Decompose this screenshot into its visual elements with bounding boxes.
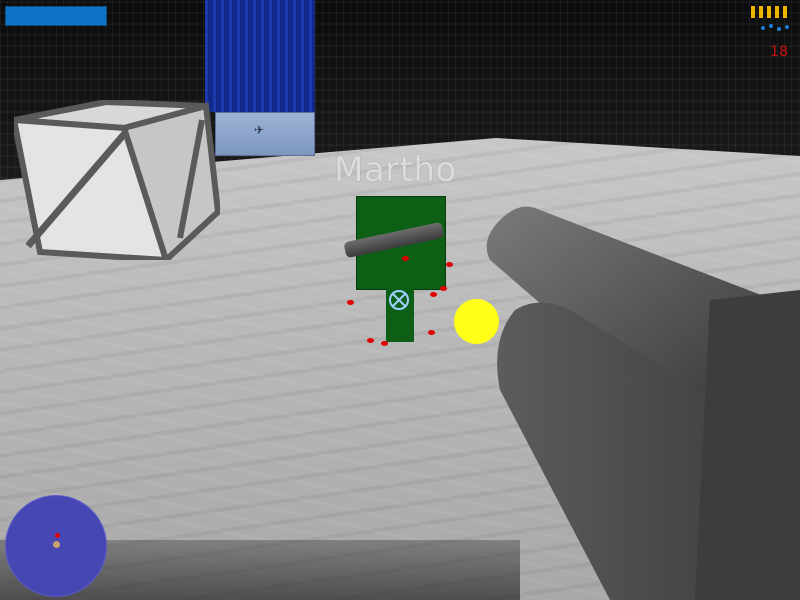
- enemy-nameplate: Martho: [334, 150, 457, 190]
- ammo-indicator: [751, 6, 789, 31]
- radar-player-marker: [53, 541, 60, 548]
- blood-splatter: [430, 292, 437, 297]
- health-bar: [5, 6, 107, 26]
- enemy-player[interactable]: [340, 192, 460, 347]
- tower-symbol-icon: ✈: [254, 123, 265, 137]
- blood-splatter: [381, 341, 388, 346]
- wooden-crate: [14, 100, 220, 260]
- blood-splatter: [446, 262, 453, 267]
- blood-splatter: [428, 330, 435, 335]
- tower-glass: [205, 0, 315, 112]
- tower-base: ✈: [215, 112, 315, 156]
- crosshair-icon: [389, 290, 409, 310]
- radar-enemy-blip: [55, 533, 60, 538]
- blood-splatter: [402, 256, 409, 261]
- blood-splatter: [440, 286, 447, 291]
- ammo-count: 18: [770, 44, 788, 60]
- first-person-weapon: [486, 206, 800, 600]
- radar-minimap: [5, 495, 107, 597]
- blood-splatter: [367, 338, 374, 343]
- game-viewport[interactable]: ✈ Martho 18: [0, 0, 800, 600]
- blood-splatter: [347, 300, 354, 305]
